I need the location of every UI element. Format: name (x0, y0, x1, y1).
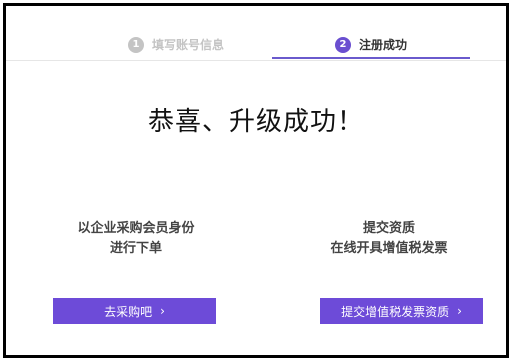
qualification-info-line1: 提交资质 (362, 221, 415, 236)
chevron-right-icon: › (160, 304, 165, 318)
success-title: 恭喜、升级成功！ (147, 107, 364, 137)
purchase-info: 以企业采购会员身份 进行下单 (36, 219, 236, 259)
qualification-info: 提交资质 在线开具增值税发票 (289, 219, 489, 259)
step-number-badge: 2 (334, 36, 351, 53)
step-label: 填写账号信息 (151, 38, 224, 52)
page-frame: 1 填写账号信息 2 注册成功 恭喜、升级成功！ 以企业采购会员身份 进行下单 … (3, 3, 509, 358)
go-purchase-button[interactable]: 去采购吧 › (53, 298, 216, 324)
submit-vat-qualification-label: 提交增值税发票资质 (341, 304, 450, 319)
step-fill-account-info: 1 填写账号信息 (116, 30, 236, 59)
purchase-info-line1: 以企业采购会员身份 (77, 221, 195, 236)
go-purchase-label: 去采购吧 (104, 304, 153, 319)
active-step-underline (272, 57, 470, 59)
purchase-info-line2: 进行下单 (109, 241, 162, 256)
progress-steps: 1 填写账号信息 2 注册成功 (6, 30, 506, 61)
chevron-right-icon: › (457, 304, 462, 318)
qualification-info-line2: 在线开具增值税发票 (330, 241, 448, 256)
step-label: 注册成功 (358, 38, 407, 52)
submit-vat-qualification-button[interactable]: 提交增值税发票资质 › (320, 298, 483, 324)
step-number-badge: 1 (127, 36, 144, 53)
step-register-success: 2 注册成功 (272, 30, 470, 59)
